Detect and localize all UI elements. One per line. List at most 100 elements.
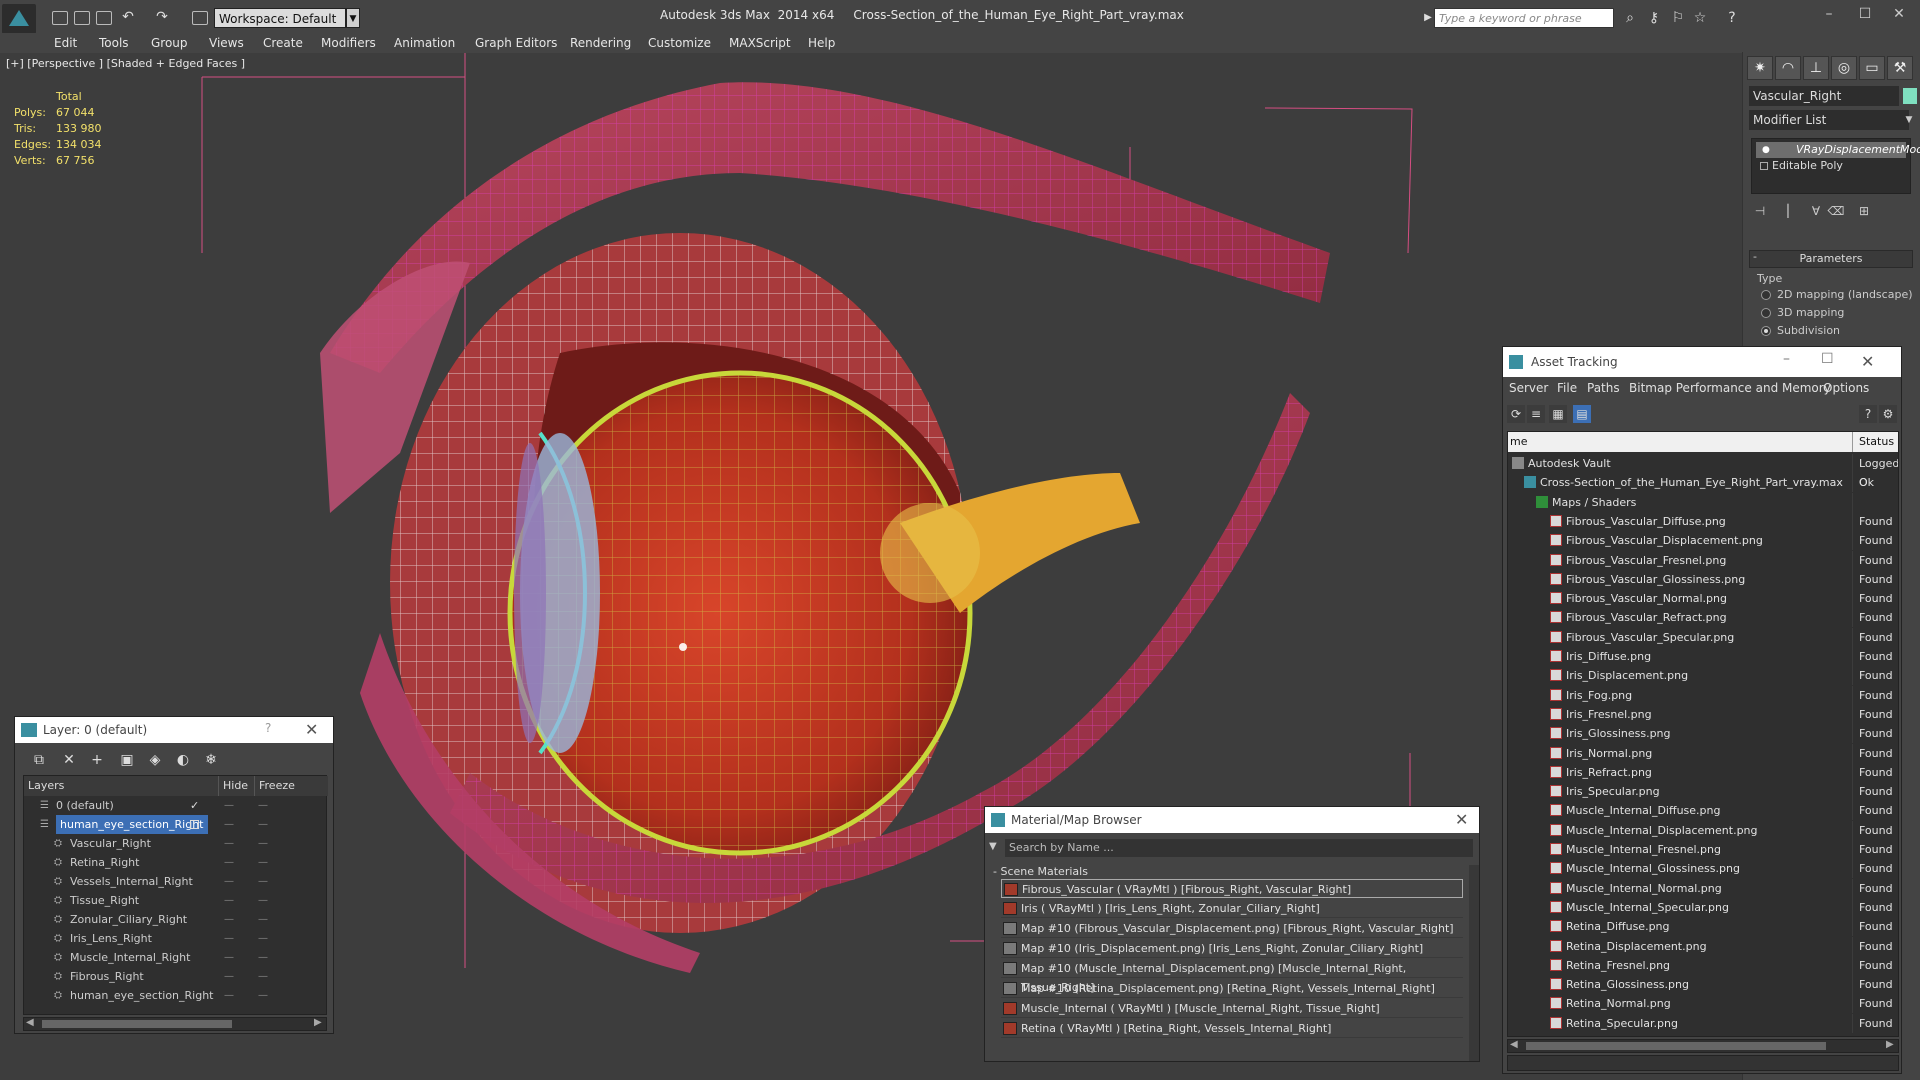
asset-row[interactable]: Retina_Glossiness.png Found [1508,975,1898,995]
add-to-layer-icon[interactable]: + [87,751,107,769]
app-logo-icon[interactable] [2,4,36,34]
asset-tracking-title[interactable]: Asset Tracking [1503,347,1901,377]
motion-tab-icon[interactable]: ◎ [1831,56,1857,80]
workspace-dropdown[interactable]: Workspace: Default [214,8,346,28]
material-browser-title[interactable]: Material/Map Browser [985,807,1479,833]
asset-row[interactable]: Fibrous_Vascular_Specular.png Found [1508,627,1898,647]
settings-icon[interactable]: ⚙ [1879,405,1897,423]
layer-row[interactable]: ⛭ Vascular_Right — — [24,834,328,853]
minimize-button[interactable]: – [1814,4,1844,24]
menu-paths[interactable]: Paths [1587,381,1620,395]
redo-icon[interactable]: ↷ [154,9,170,25]
expand-icon[interactable] [1760,162,1768,170]
asset-row[interactable]: Autodesk Vault Logged O [1508,454,1898,489]
freeze-toggle[interactable]: — [258,948,268,967]
list-view-icon[interactable]: ≡ [1527,405,1545,423]
asset-row[interactable]: Maps / Shaders [1508,492,1898,512]
freeze-toggle[interactable]: — [258,986,268,1005]
menu-server[interactable]: Server [1509,381,1548,395]
create-layer-icon[interactable]: ⧉ [29,751,49,769]
menu-create[interactable]: Create [263,33,303,53]
material-row[interactable]: Map #10 (Retina_Displacement.png) [Retin… [1001,979,1463,998]
hide-toggle[interactable]: — [224,967,234,986]
thumbnail-view-icon[interactable]: ▦ [1549,405,1567,423]
vertical-scrollbar[interactable] [1469,865,1479,1061]
select-objects-icon[interactable]: ▣ [117,751,137,769]
scroll-right-icon[interactable]: ▶ [314,1017,322,1028]
show-end-result-icon[interactable]: ⎮ [1779,202,1797,220]
menu-rendering[interactable]: Rendering [570,33,631,53]
collapse-icon[interactable]: - [1753,250,1757,263]
freeze-toggle[interactable]: — [258,929,268,948]
menu-views[interactable]: Views [209,33,244,53]
utilities-tab-icon[interactable]: ⚒ [1887,56,1913,80]
hide-toggle[interactable]: — [224,796,234,815]
menu-file[interactable]: File [1557,381,1577,395]
menu-modifiers[interactable]: Modifiers [321,33,376,53]
help-icon[interactable]: ? [1859,405,1877,423]
undo-icon[interactable]: ↶ [120,9,136,25]
checkmark-icon[interactable]: ✓ [190,796,199,815]
asset-row[interactable]: Iris_Fresnel.png Found [1508,704,1898,724]
freeze-toggle[interactable]: — [258,891,268,910]
stack-item-editable-poly[interactable]: Editable Poly [1756,158,1843,174]
asset-row[interactable]: Iris_Fog.png Found [1508,685,1898,705]
highlight-selected-icon[interactable]: ◈ [145,751,165,769]
material-row[interactable]: Iris ( VRayMtl ) [Iris_Lens_Right, Zonul… [1001,899,1463,918]
lightbulb-icon[interactable]: ● [1762,145,1770,155]
layer-row[interactable]: ⛭ Zonular_Ciliary_Right — — [24,910,328,929]
material-row[interactable]: Retina ( VRayMtl ) [Retina_Right, Vessel… [1001,1019,1463,1038]
close-button[interactable]: ✕ [1884,4,1914,24]
maximize-button[interactable]: ☐ [1821,351,1834,367]
project-folder-icon[interactable] [192,11,208,25]
hierarchy-tab-icon[interactable]: ⊥ [1803,56,1829,80]
freeze-layers-icon[interactable]: ❄ [201,751,221,769]
hide-toggle[interactable]: — [224,834,234,853]
hide-toggle[interactable]: — [224,853,234,872]
close-icon[interactable]: ✕ [1455,810,1468,829]
open-file-icon[interactable] [74,11,90,25]
menu-bitmap-performance[interactable]: Bitmap Performance and Memory [1629,381,1831,395]
horizontal-scrollbar[interactable]: ◀ ▶ [1507,1039,1899,1053]
asset-row[interactable]: Muscle_Internal_Displacement.png Found [1508,820,1898,840]
layer-row[interactable]: ☰ human_eye_section_Right — — [24,815,328,834]
freeze-toggle[interactable]: — [258,967,268,986]
layer-row[interactable]: ⛭ Iris_Lens_Right — — [24,929,328,948]
menu-graph-editors[interactable]: Graph Editors [475,33,557,53]
display-tab-icon[interactable]: ▭ [1859,56,1885,80]
asset-row[interactable]: Muscle_Internal_Normal.png Found [1508,878,1898,898]
object-name-field[interactable]: Vascular_Right [1749,86,1899,106]
maximize-button[interactable]: ☐ [1850,4,1880,24]
close-icon[interactable]: ✕ [305,720,318,739]
material-row[interactable]: Map #10 (Fibrous_Vascular_Displacement.p… [1001,919,1463,938]
layer-row[interactable]: ☰ 0 (default) ✓ — — [24,796,328,815]
freeze-toggle[interactable]: — [258,796,268,815]
material-row[interactable]: Muscle_Internal ( VRayMtl ) [Muscle_Inte… [1001,999,1463,1018]
delete-layer-icon[interactable]: ✕ [59,751,79,769]
scroll-left-icon[interactable]: ◀ [26,1017,34,1028]
modifier-list-dropdown[interactable]: Modifier List ▼ [1749,110,1912,130]
material-row[interactable]: Fibrous_Vascular ( VRayMtl ) [Fibrous_Ri… [1001,879,1463,898]
stack-item-vraydisplacementmod[interactable]: VRayDisplacementMod [1756,142,1920,158]
layer-row[interactable]: ⛭ Vessels_Internal_Right — — [24,872,328,891]
horizontal-scrollbar[interactable]: ◀ ▶ [23,1017,327,1031]
menu-customize[interactable]: Customize [648,33,711,53]
freeze-toggle[interactable]: — [258,872,268,891]
menu-help[interactable]: Help [808,33,835,53]
material-row[interactable]: Map #10 (Muscle_Internal_Displacement.pn… [1001,959,1463,994]
new-file-icon[interactable] [52,11,68,25]
hide-toggle[interactable]: — [224,948,234,967]
asset-row[interactable]: Iris_Glossiness.png Found [1508,724,1898,744]
asset-row[interactable]: Fibrous_Vascular_Refract.png Found [1508,608,1898,628]
asset-row[interactable]: Muscle_Internal_Specular.png Found [1508,897,1898,917]
hide-toggle[interactable]: — [224,986,234,1005]
asset-row[interactable]: Iris_Normal.png Found [1508,743,1898,763]
col-layers[interactable]: Layers [28,776,64,796]
asset-row[interactable]: Fibrous_Vascular_Normal.png Found [1508,589,1898,609]
asset-row[interactable]: Retina_Fresnel.png Found [1508,955,1898,975]
hide-toggle[interactable]: — [224,910,234,929]
viewport-label[interactable]: [+] [Perspective ] [Shaded + Edged Faces… [6,57,245,70]
layer-row[interactable]: ⛭ Retina_Right — — [24,853,328,872]
object-color-swatch[interactable] [1903,88,1917,104]
col-hide[interactable]: Hide [218,776,248,796]
